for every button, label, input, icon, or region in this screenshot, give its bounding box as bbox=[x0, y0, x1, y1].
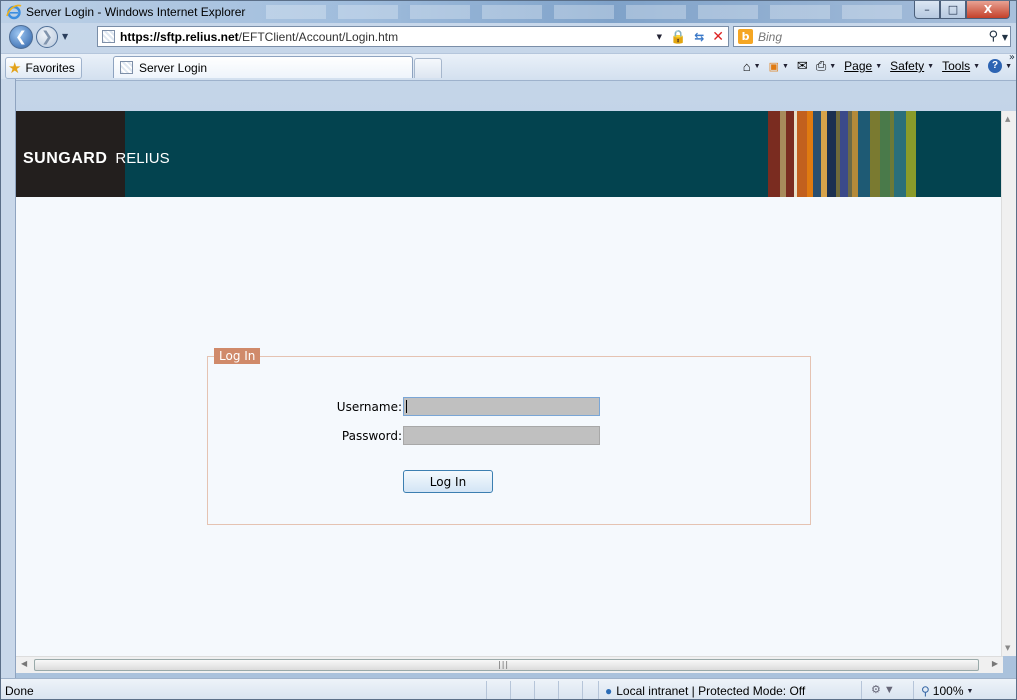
star-icon: ★ bbox=[8, 59, 22, 77]
favorites-label: Favorites bbox=[25, 61, 75, 75]
popup-blocker-icon[interactable]: ⚙ ▼ bbox=[871, 683, 895, 696]
search-icon[interactable]: ⚲ bbox=[988, 29, 998, 44]
login-button[interactable]: Log In bbox=[403, 470, 493, 493]
text-caret bbox=[406, 400, 407, 413]
status-separator bbox=[913, 681, 914, 699]
username-row: Username: bbox=[208, 397, 810, 419]
read-mail-button[interactable]: ✉ bbox=[797, 58, 808, 74]
zone-text: Local intranet | Protected Mode: Off bbox=[616, 684, 806, 698]
minimize-button[interactable]: – bbox=[914, 1, 940, 19]
zoom-dropdown[interactable]: ▼ bbox=[967, 688, 974, 695]
safety-menu[interactable]: Safety ▼ bbox=[890, 59, 934, 73]
tab-label: Server Login bbox=[139, 61, 208, 75]
recent-pages-dropdown[interactable]: ▼ bbox=[62, 32, 68, 41]
scroll-right-icon[interactable]: ▶ bbox=[992, 659, 998, 668]
bing-icon: b bbox=[738, 29, 753, 44]
chevron-right-icon[interactable]: » bbox=[1009, 52, 1015, 63]
forward-button[interactable]: ❯ bbox=[36, 26, 58, 48]
tab-server-login[interactable]: Server Login bbox=[113, 56, 413, 78]
logo-product: RELIUS bbox=[115, 150, 170, 167]
stop-icon[interactable]: ✕ bbox=[712, 29, 724, 45]
left-frame-edge bbox=[1, 79, 16, 679]
globe-icon: ● bbox=[605, 684, 613, 698]
address-row: ❮ ❯ ▼ https://sftp.relius.net/EFTClient/… bbox=[1, 23, 1016, 53]
logo-brand: SUNGARD bbox=[23, 150, 108, 167]
stripe bbox=[870, 111, 880, 197]
stripe bbox=[827, 111, 836, 197]
login-legend: Log In bbox=[214, 348, 261, 364]
decorative-stripes bbox=[768, 111, 980, 197]
scroll-up-icon[interactable]: ▲ bbox=[1005, 115, 1010, 123]
address-dropdown[interactable]: ▼ bbox=[657, 33, 662, 41]
logo: SUNGARD RELIUS bbox=[23, 150, 170, 168]
page-menu[interactable]: Page ▼ bbox=[844, 59, 882, 73]
scroll-down-icon[interactable]: ▼ bbox=[1005, 644, 1010, 652]
horizontal-scroll-thumb[interactable]: ||| bbox=[34, 659, 979, 671]
stripe bbox=[894, 111, 906, 197]
status-text: Done bbox=[5, 684, 34, 698]
stripe bbox=[880, 111, 890, 197]
help-icon: ? bbox=[988, 59, 1003, 73]
scroll-left-icon[interactable]: ◀ bbox=[21, 659, 27, 668]
login-fieldset: Log In Username: Password: Log In bbox=[207, 348, 811, 525]
close-button[interactable]: X bbox=[966, 1, 1010, 19]
back-button[interactable]: ❮ bbox=[9, 25, 33, 49]
stripe bbox=[797, 111, 807, 197]
tab-favicon-icon bbox=[120, 61, 133, 74]
zoom-control[interactable]: ⚲ 100% ▼ bbox=[921, 684, 973, 698]
command-bar: ⌂ ▼ ▣ ▼ ✉ ⎙ ▼ Page ▼ Safety ▼ Tools ▼ ? ▼ bbox=[743, 58, 1012, 74]
search-box[interactable]: b Bing ⚲ ▼ bbox=[733, 26, 1011, 47]
page-favicon-icon bbox=[102, 30, 115, 43]
stripe bbox=[786, 111, 794, 197]
print-button[interactable]: ⎙ ▼ bbox=[816, 58, 836, 74]
feed-icon: ▣ bbox=[768, 60, 779, 73]
username-input[interactable] bbox=[403, 397, 600, 416]
print-icon: ⎙ bbox=[815, 58, 827, 73]
stripe bbox=[840, 111, 848, 197]
mail-icon: ✉ bbox=[796, 58, 808, 73]
ie-logo-icon bbox=[6, 4, 22, 20]
password-label: Password: bbox=[341, 429, 402, 443]
status-panes bbox=[463, 681, 583, 699]
refresh-icon[interactable]: ⇆ bbox=[694, 30, 704, 44]
browser-window: Server Login - Windows Internet Explorer… bbox=[0, 0, 1017, 700]
feeds-button[interactable]: ▣ ▼ bbox=[769, 60, 789, 73]
stripe bbox=[858, 111, 870, 197]
page-content: SUNGARD RELIUS Log In Username: Password:… bbox=[16, 111, 1003, 656]
favorites-button[interactable]: ★ Favorites bbox=[5, 57, 82, 79]
security-zone[interactable]: ● Local intranet | Protected Mode: Off bbox=[605, 684, 805, 698]
stripe bbox=[906, 111, 916, 197]
grip-icon: ||| bbox=[498, 660, 510, 669]
stripe bbox=[768, 111, 780, 197]
horizontal-scrollbar[interactable]: ◀ ||| ▶ bbox=[16, 656, 1003, 673]
arrow-right-icon: ❯ bbox=[41, 29, 53, 45]
header-banner: SUNGARD RELIUS bbox=[16, 111, 1003, 197]
new-tab-button[interactable] bbox=[414, 58, 442, 78]
window-controls: – □ X bbox=[914, 1, 1010, 20]
address-url[interactable]: https://sftp.relius.net/EFTClient/Accoun… bbox=[120, 30, 398, 44]
vertical-scrollbar[interactable]: ▲ ▼ bbox=[1001, 111, 1016, 656]
taskbar-preview bbox=[266, 5, 906, 19]
search-input[interactable]: Bing bbox=[758, 30, 782, 44]
password-row: Password: bbox=[208, 426, 810, 448]
window-title: Server Login - Windows Internet Explorer bbox=[26, 5, 246, 19]
zoom-level: 100% bbox=[932, 684, 964, 698]
maximize-button[interactable]: □ bbox=[940, 1, 966, 19]
username-label: Username: bbox=[336, 400, 402, 414]
zoom-icon: ⚲ bbox=[921, 684, 930, 698]
lock-icon[interactable]: 🔒 bbox=[670, 30, 686, 45]
status-separator bbox=[861, 681, 862, 699]
password-input[interactable] bbox=[403, 426, 600, 445]
title-bar: Server Login - Windows Internet Explorer… bbox=[1, 1, 1016, 23]
stripe bbox=[813, 111, 821, 197]
home-button[interactable]: ⌂ ▼ bbox=[743, 59, 761, 74]
status-separator bbox=[598, 681, 599, 699]
home-icon: ⌂ bbox=[742, 58, 751, 74]
search-options-dropdown[interactable]: ▼ bbox=[1002, 33, 1008, 42]
arrow-left-icon: ❮ bbox=[15, 29, 27, 45]
address-bar[interactable]: https://sftp.relius.net/EFTClient/Accoun… bbox=[97, 26, 729, 47]
favorites-bar: ★ Favorites Server Login ⌂ ▼ ▣ ▼ ✉ ⎙ ▼ Page… bbox=[1, 52, 1016, 81]
tools-menu[interactable]: Tools ▼ bbox=[942, 59, 980, 73]
status-bar: Done ● Local intranet | Protected Mode: … bbox=[1, 678, 1016, 699]
